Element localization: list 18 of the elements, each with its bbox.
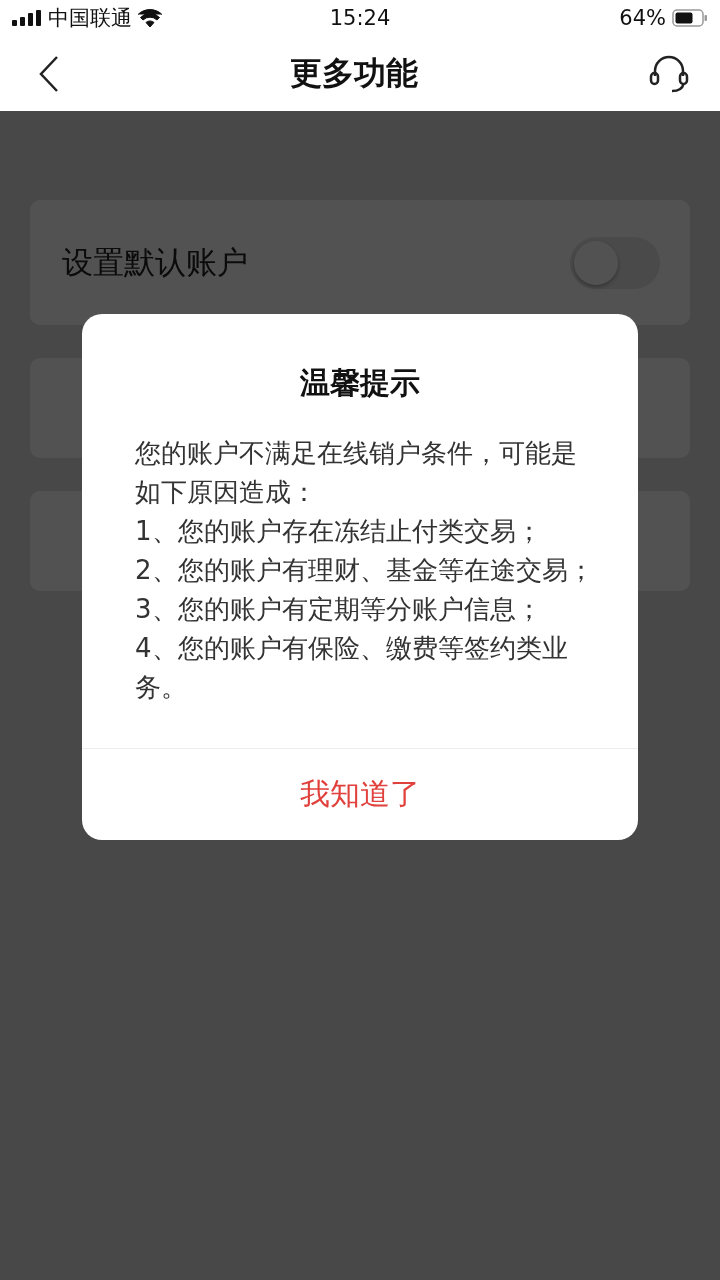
clock-time: 15:24 [329, 6, 391, 30]
reason-item: 1、您的账户存在冻结止付类交易； [135, 515, 543, 548]
headset-button[interactable] [648, 53, 690, 94]
page-title: 更多功能 [290, 52, 418, 94]
wifi-icon [138, 9, 162, 27]
dialog-title: 温馨提示 [300, 364, 420, 402]
signal-icon [12, 10, 42, 26]
carrier-name: 中国联通 [48, 5, 132, 32]
reason-item: 3、您的账户有定期等分账户信息； [135, 593, 543, 626]
battery-percent: 64% [619, 6, 666, 30]
reason-item: 4、您的账户有保险、缴费等签约类业务。 [135, 632, 569, 704]
confirm-button[interactable]: 我知道了 [82, 748, 638, 840]
setting-label: 设置默认账户 [62, 242, 248, 282]
battery-icon [672, 9, 708, 27]
dialog-message: 您的账户不满足在线销户条件，可能是如下原因造成： [135, 437, 578, 509]
settings-card[interactable]: 设置默认账户 [30, 200, 690, 325]
reason-item: 2、您的账户有理财、基金等在途交易； [135, 554, 595, 587]
back-button[interactable] [38, 54, 60, 93]
